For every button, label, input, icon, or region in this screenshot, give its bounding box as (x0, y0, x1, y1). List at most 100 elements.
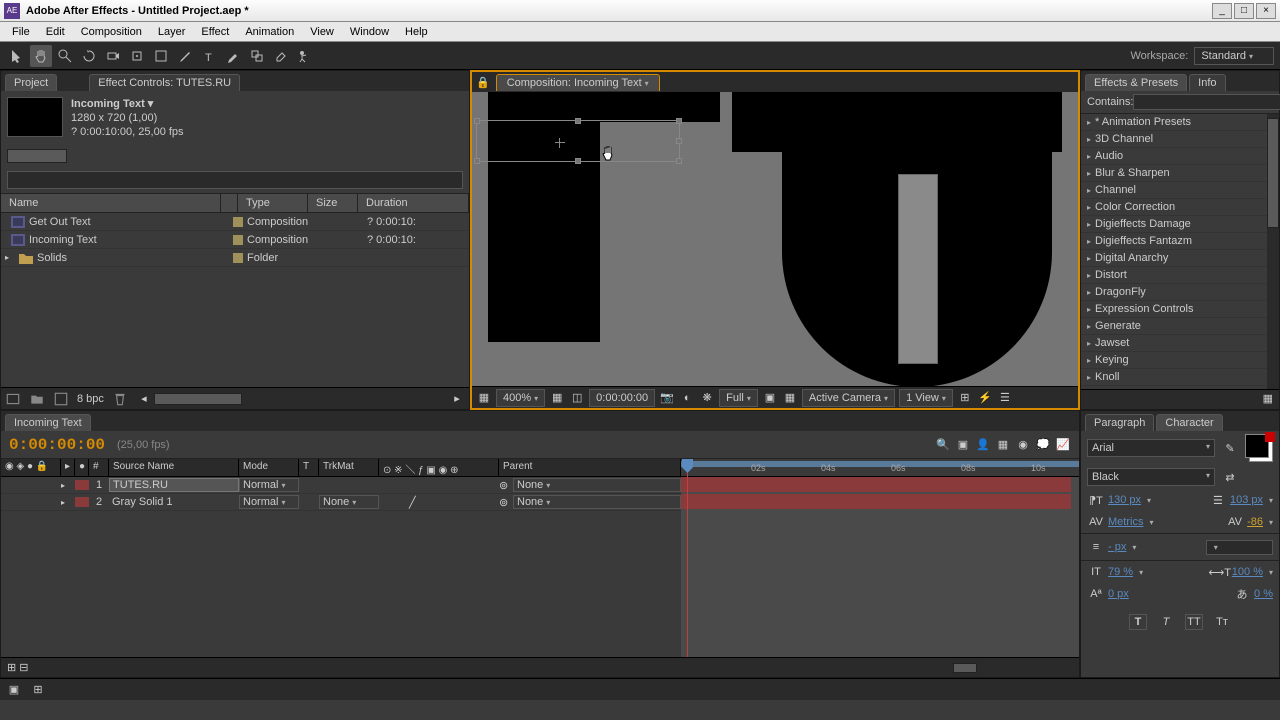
shy-icon[interactable]: 👤 (975, 437, 991, 453)
status-icon[interactable]: ▣ (6, 682, 22, 698)
tracking[interactable]: -86 (1247, 516, 1263, 528)
current-time[interactable]: 0:00:00:00 (589, 389, 655, 407)
playhead[interactable] (687, 459, 688, 657)
search-icon[interactable]: 🔍 (935, 437, 951, 453)
zoom-select[interactable]: 400% (496, 389, 545, 407)
menu-view[interactable]: View (302, 24, 342, 40)
mask-tool-icon[interactable] (150, 45, 172, 67)
no-color-icon[interactable] (1265, 432, 1275, 442)
menu-edit[interactable]: Edit (38, 24, 73, 40)
eraser-tool-icon[interactable] (270, 45, 292, 67)
menu-file[interactable]: File (4, 24, 38, 40)
selection-box[interactable] (476, 120, 680, 162)
tab-paragraph[interactable]: Paragraph (1085, 414, 1154, 431)
effect-category[interactable]: Expression Controls (1081, 301, 1267, 318)
workspace-select[interactable]: Standard (1194, 47, 1274, 65)
snapshot-icon[interactable]: 📷 (659, 390, 675, 406)
menu-layer[interactable]: Layer (150, 24, 194, 40)
hscale[interactable]: 100 % (1232, 566, 1263, 578)
expand-arrow-icon[interactable]: ▸ (5, 253, 9, 262)
always-preview-icon[interactable]: ▦ (476, 390, 492, 406)
comp-mini-icon[interactable]: ▣ (955, 437, 971, 453)
menu-composition[interactable]: Composition (73, 24, 150, 40)
label-color[interactable] (233, 253, 243, 263)
effect-category[interactable]: Channel (1081, 182, 1267, 199)
roi-icon[interactable]: ▣ (762, 390, 778, 406)
style-select[interactable]: Black (1087, 468, 1215, 486)
brainstorm-icon[interactable]: 💭 (1035, 437, 1051, 453)
folder-icon[interactable] (29, 391, 45, 407)
view-select[interactable]: 1 View (899, 389, 953, 407)
project-row[interactable]: Incoming Text Composition ? 0:00:10: (1, 231, 469, 249)
scrollbar[interactable] (1267, 114, 1279, 389)
toggle-switches-icon[interactable]: ⊞ ⊟ (7, 661, 29, 674)
bpc-label[interactable]: 8 bpc (77, 393, 104, 405)
bold-button[interactable]: T (1129, 614, 1147, 630)
tab-character[interactable]: Character (1156, 414, 1222, 431)
zoom-slider[interactable] (953, 663, 1073, 673)
smallcaps-button[interactable]: Tᴛ (1213, 614, 1231, 630)
maximize-button[interactable]: □ (1234, 3, 1254, 19)
col-size[interactable]: Size (308, 194, 358, 212)
lock-icon[interactable]: 🔒 (476, 76, 490, 89)
effect-category[interactable]: Keying (1081, 352, 1267, 369)
prev-icon[interactable]: ◂ (136, 391, 152, 407)
trash-icon[interactable] (112, 391, 128, 407)
effect-category[interactable]: Blur & Sharpen (1081, 165, 1267, 182)
interpret-icon[interactable] (5, 391, 21, 407)
effect-category[interactable]: * Animation Presets (1081, 114, 1267, 131)
layer-bar[interactable] (681, 477, 1071, 492)
baseline[interactable]: 0 px (1108, 588, 1129, 600)
hand-tool-icon[interactable] (30, 45, 52, 67)
motion-blur-icon[interactable]: ◉ (1015, 437, 1031, 453)
zoom-tool-icon[interactable] (54, 45, 76, 67)
fast-preview-icon[interactable]: ⚡ (977, 390, 993, 406)
project-row[interactable]: Get Out Text Composition ? 0:00:10: (1, 213, 469, 231)
vscale[interactable]: 79 % (1108, 566, 1133, 578)
selection-tool-icon[interactable] (6, 45, 28, 67)
project-row[interactable]: ▸ Solids Folder (1, 249, 469, 267)
layer-row[interactable]: ▸ 1 TUTES.RU Normal ⊚ None (1, 477, 681, 494)
italic-button[interactable]: T (1157, 614, 1175, 630)
effects-search[interactable] (1133, 94, 1280, 110)
minimize-button[interactable]: _ (1212, 3, 1232, 19)
menu-window[interactable]: Window (342, 24, 397, 40)
stroke-style-select[interactable] (1206, 540, 1273, 555)
menu-help[interactable]: Help (397, 24, 436, 40)
camera-tool-icon[interactable] (102, 45, 124, 67)
swap-icon[interactable]: ⇄ (1221, 469, 1239, 485)
project-slider[interactable] (7, 149, 67, 163)
font-size[interactable]: 130 px (1108, 494, 1141, 506)
col-duration[interactable]: Duration (358, 194, 469, 212)
status-icon[interactable]: ⊞ (30, 682, 46, 698)
label-color[interactable] (233, 235, 243, 245)
effect-category[interactable]: Color Correction (1081, 199, 1267, 216)
effect-category[interactable]: Digital Anarchy (1081, 250, 1267, 267)
col-type[interactable]: Type (238, 194, 308, 212)
timecode[interactable]: 0:00:00:00 (9, 436, 105, 454)
time-ruler[interactable]: 02s 04s 06s 08s 10s (681, 459, 1079, 477)
pen-tool-icon[interactable] (174, 45, 196, 67)
tab-timeline[interactable]: Incoming Text (5, 414, 91, 431)
menu-animation[interactable]: Animation (237, 24, 302, 40)
text-tool-icon[interactable]: T (198, 45, 220, 67)
channel-icon[interactable]: ◐ (679, 390, 695, 406)
effect-category[interactable]: Audio (1081, 148, 1267, 165)
frame-blend-icon[interactable]: ▦ (995, 437, 1011, 453)
pixel-aspect-icon[interactable]: ⊞ (957, 390, 973, 406)
tsume[interactable]: 0 % (1254, 588, 1273, 600)
col-name[interactable]: Name (1, 194, 221, 212)
leading[interactable]: 103 px (1230, 494, 1263, 506)
tab-effects[interactable]: Effects & Presets (1085, 74, 1187, 91)
effect-category[interactable]: Distort (1081, 267, 1267, 284)
puppet-tool-icon[interactable] (294, 45, 316, 67)
effect-category[interactable]: Jawset (1081, 335, 1267, 352)
camera-select[interactable]: Active Camera (802, 389, 895, 407)
tab-effect-controls[interactable]: Effect Controls: TUTES.RU (89, 74, 240, 91)
grid-icon[interactable]: ▦ (549, 390, 565, 406)
effect-category[interactable]: Digieffects Damage (1081, 216, 1267, 233)
pan-behind-tool-icon[interactable] (126, 45, 148, 67)
stroke-width[interactable]: - px (1108, 541, 1126, 553)
transparency-icon[interactable]: ▦ (782, 390, 798, 406)
viewport[interactable] (472, 92, 1078, 386)
